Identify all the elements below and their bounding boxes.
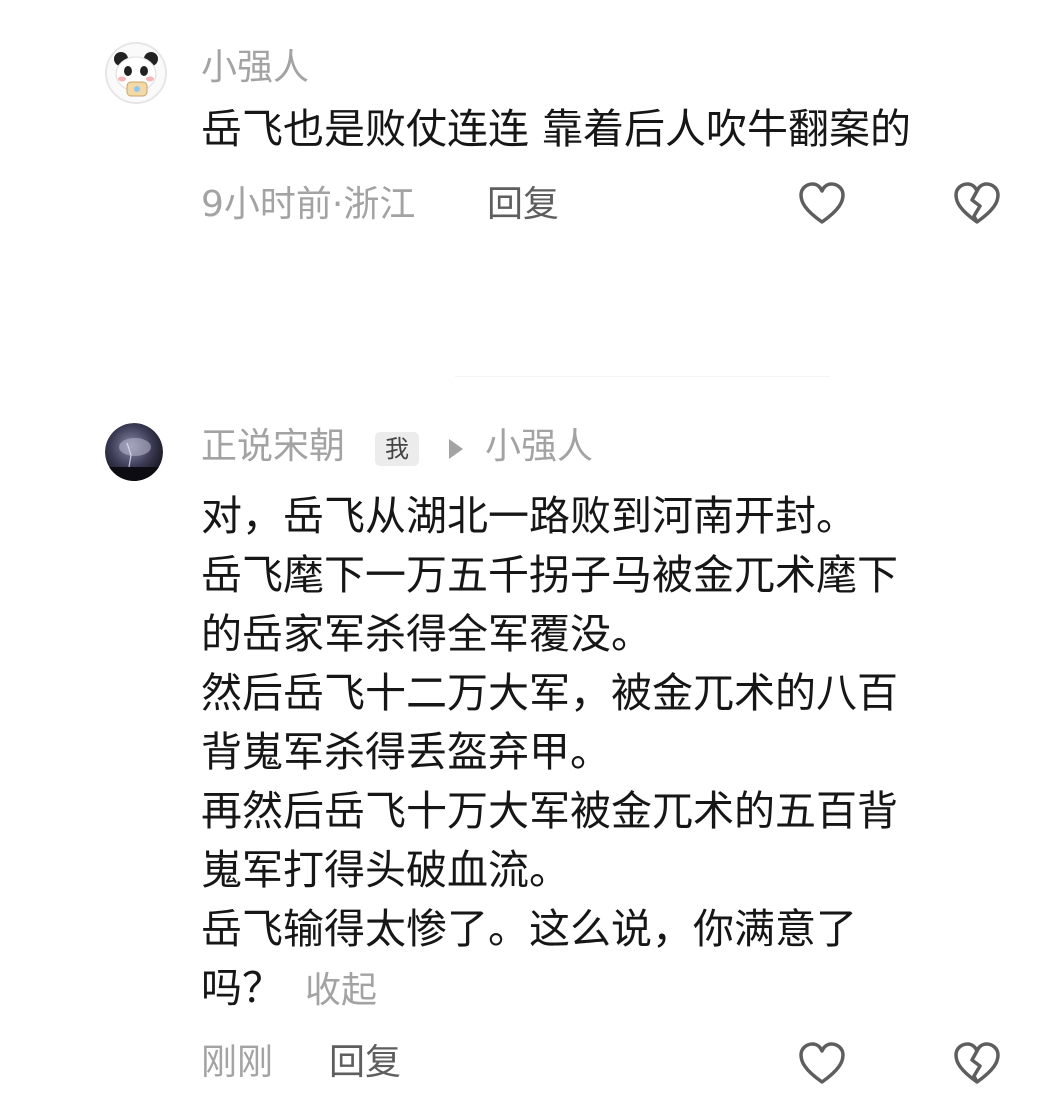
comment-line: 吗？ [201, 964, 283, 1012]
comment-line: 再然后岳飞十万大军被金兀术的五百背 [201, 787, 898, 835]
comment-text: 对，岳飞从湖北一路败到河南开封。 岳飞麾下一万五千拐子马被金兀术麾下 的岳家军杀… [201, 487, 898, 1020]
comment-line: 背嵬军杀得丢盔弃甲。 [201, 728, 611, 776]
comment-line: 对，岳飞从湖北一路败到河南开封。 [201, 492, 857, 540]
comment-last-line: 吗？ 收起 [201, 959, 898, 1020]
comment-2: 正说宋朝 我 小强人 对，岳飞从湖北一路败到河南开封。 岳飞麾下一万五千拐子马被… [0, 0, 1052, 1110]
comment-time: 刚刚 [201, 1042, 274, 1083]
comment-line: 岳飞麾下一万五千拐子马被金兀术麾下 [201, 551, 898, 599]
reply-button[interactable]: 回复 [329, 1040, 401, 1086]
comment-line: 然后岳飞十二万大军，被金兀术的八百 [201, 669, 898, 717]
broken-heart-icon[interactable] [952, 1040, 1002, 1090]
avatar[interactable] [105, 423, 163, 481]
reply-arrow-icon [449, 439, 463, 459]
heart-icon[interactable] [797, 1040, 847, 1090]
comment-line: 岳飞输得太惨了。这么说，你满意了 [201, 905, 857, 953]
reply-to-username[interactable]: 小强人 [485, 424, 593, 470]
comment-line: 嵬军打得头破血流。 [201, 846, 570, 894]
comment-line: 的岳家军杀得全军覆没。 [201, 610, 652, 658]
night-sky-avatar-icon [105, 423, 163, 481]
me-badge: 我 [375, 432, 419, 466]
username[interactable]: 正说宋朝 [201, 424, 345, 470]
collapse-button[interactable]: 收起 [305, 970, 377, 1011]
